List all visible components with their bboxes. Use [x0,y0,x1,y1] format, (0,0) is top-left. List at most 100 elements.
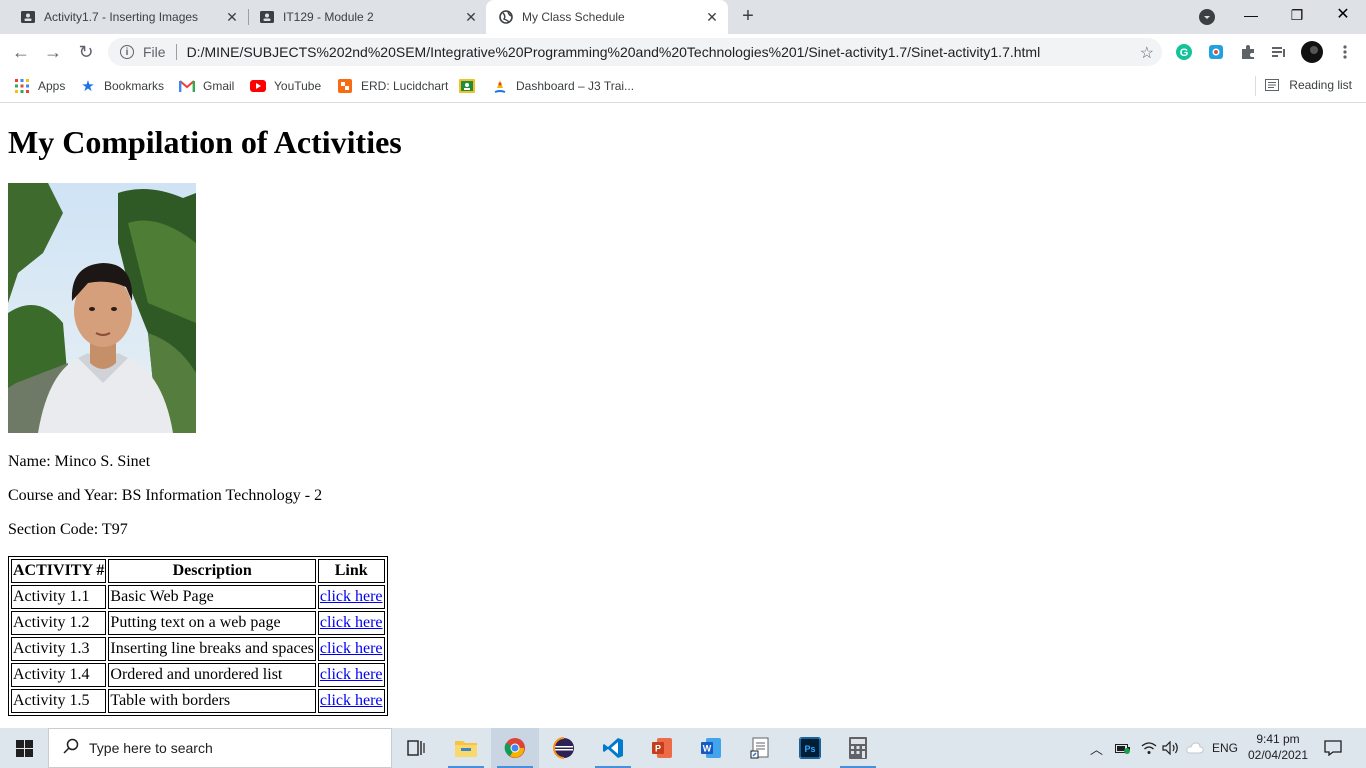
bookmark-lucidchart[interactable]: ERD: Lucidchart [337,77,448,95]
info-icon[interactable]: i [120,45,134,59]
volume-icon[interactable] [1162,728,1180,768]
table-row: Activity 1.5 Table with borders click he… [11,689,385,713]
table-row: Activity 1.3 Inserting line breaks and s… [11,637,385,661]
wifi-icon[interactable] [1141,728,1157,768]
document-shortcut-icon[interactable] [736,728,784,768]
address-divider [175,44,177,60]
eclipse-icon[interactable] [540,728,588,768]
extension-icon[interactable] [1207,43,1225,61]
grammarly-icon[interactable]: G [1175,43,1193,61]
vscode-icon[interactable] [589,728,637,768]
profile-avatar[interactable] [1301,41,1323,63]
bookmarks-divider [1255,76,1256,96]
bookmark-label: ERD: Lucidchart [361,79,449,93]
globe-icon [498,9,514,25]
reading-list-button[interactable]: Reading list [1265,77,1352,93]
address-bar[interactable]: i File D:/MINE/SUBJECTS%202nd%20SEM/Inte… [108,38,1162,66]
tab-activity17[interactable]: Activity1.7 - Inserting Images ✕ [0,0,248,34]
powerpoint-icon[interactable]: P [638,728,686,768]
activity-link[interactable]: click here [320,666,383,683]
svg-text:Ps: Ps [804,744,815,754]
restore-button[interactable]: ❐ [1274,0,1320,32]
activity-cell: Activity 1.3 [11,637,107,661]
description-cell: Inserting line breaks and spaces [108,637,316,661]
notifications-icon[interactable] [1324,728,1342,768]
close-tab-icon[interactable]: ✕ [463,9,479,25]
bookmark-star-icon[interactable]: ☆ [1140,43,1154,63]
address-url[interactable]: D:/MINE/SUBJECTS%202nd%20SEM/Integrative… [187,44,1041,60]
tab-title: IT129 - Module 2 [283,10,374,24]
bookmark-youtube[interactable]: YouTube [250,77,321,95]
bookmark-label: Bookmarks [104,79,165,93]
column-header-description: Description [108,559,316,583]
search-placeholder: Type here to search [89,740,213,756]
calculator-icon[interactable] [834,728,882,768]
activity-cell: Activity 1.5 [11,689,107,713]
search-icon [63,738,79,759]
tab-my-class-schedule[interactable]: My Class Schedule ✕ [486,0,728,34]
dashboard-icon [492,78,508,94]
bookmark-classroom[interactable] [459,77,483,95]
link-cell: click here [317,663,385,687]
media-queue-icon[interactable] [1270,43,1288,61]
reload-icon[interactable]: ↻ [76,42,96,62]
onedrive-icon[interactable] [1186,728,1204,768]
address-scheme: File [143,44,166,60]
new-tab-button[interactable]: + [738,6,758,28]
activity-cell: Activity 1.4 [11,663,107,687]
activity-link[interactable]: click here [320,640,383,657]
bookmark-label: Apps [38,79,66,93]
page-heading: My Compilation of Activities [8,124,402,160]
close-tab-icon[interactable]: ✕ [224,9,240,25]
link-cell: click here [317,689,385,713]
show-hidden-icons[interactable]: ︿ [1090,728,1103,768]
photoshop-icon[interactable]: Ps [786,728,834,768]
section-code: Section Code: T97 [8,521,128,538]
tab-title: My Class Schedule [522,10,625,24]
bookmark-bookmarks[interactable]: ★ Bookmarks [80,77,164,95]
student-name: Name: Minco S. Sinet [8,453,151,470]
forward-icon[interactable]: → [43,42,63,62]
bookmark-gmail[interactable]: Gmail [179,77,234,95]
back-icon[interactable]: ← [11,42,31,62]
tab-search-icon[interactable] [1199,9,1215,25]
column-header-link: Link [317,559,385,583]
activity-cell: Activity 1.2 [11,611,107,635]
tab-title: Activity1.7 - Inserting Images [44,10,199,24]
activity-link[interactable]: click here [320,588,383,605]
classroom-icon [20,9,36,25]
task-view-icon[interactable] [392,728,440,768]
link-cell: click here [317,585,385,609]
svg-text:G: G [1180,47,1189,59]
activity-link[interactable]: click here [320,614,383,631]
tab-it129[interactable]: IT129 - Module 2 ✕ [239,0,487,34]
windows-start-icon[interactable] [0,728,48,768]
table-row: Activity 1.2 Putting text on a web page … [11,611,385,635]
activity-link[interactable]: click here [320,692,383,709]
tab-strip: Activity1.7 - Inserting Images ✕ IT129 -… [0,0,1366,34]
clock-time: 9:41 pm [1256,732,1300,746]
taskbar-search-box[interactable]: Type here to search [48,728,392,768]
star-icon: ★ [81,78,95,95]
bookmarks-bar: Apps ★ Bookmarks Gmail YouTube ERD: Luci… [0,70,1366,103]
bookmark-apps[interactable]: Apps [14,77,65,95]
bookmark-label: Gmail [203,79,235,93]
close-window-button[interactable]: ✕ [1320,0,1366,32]
battery-icon[interactable] [1115,728,1131,768]
page-content: My Compilation of Activities Name: Minco… [0,103,1366,728]
file-explorer-icon[interactable] [442,728,490,768]
reading-list-icon [1265,77,1281,93]
language-indicator[interactable]: ENG [1212,728,1238,768]
word-icon[interactable]: W [687,728,735,768]
puzzle-extensions-icon[interactable] [1239,43,1257,61]
chevron-up-icon: ︿ [1090,741,1104,757]
bookmark-dashboard[interactable]: Dashboard – J3 Trai... [492,77,634,95]
link-cell: click here [317,637,385,661]
svg-text:W: W [703,744,712,754]
taskbar-clock[interactable]: 9:41 pm 02/04/2021 [1240,731,1316,763]
chrome-icon[interactable] [491,728,539,768]
minimize-button[interactable]: — [1228,0,1274,32]
kebab-menu-icon[interactable] [1336,43,1354,61]
close-tab-icon[interactable]: ✕ [704,9,720,25]
clock-date: 02/04/2021 [1247,748,1309,762]
